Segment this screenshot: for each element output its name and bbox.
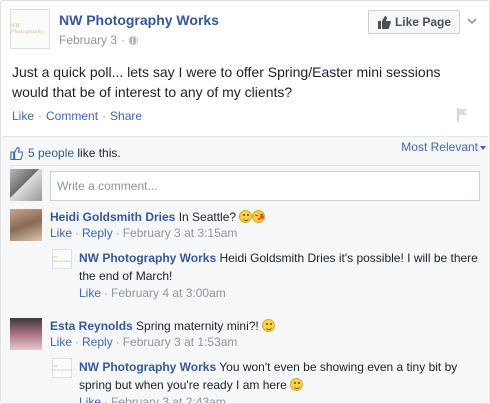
reply-timestamp[interactable]: February 4 at 3:00am: [111, 286, 226, 300]
like-summary-icon: [10, 146, 23, 160]
logo-text: NW Photography: [52, 364, 72, 372]
current-user-avatar: [10, 169, 42, 201]
comment-timestamp[interactable]: February 3 at 1:53am: [123, 335, 238, 349]
action-separator: ·: [38, 109, 43, 123]
reply-body: NW Photography Works You won't even be s…: [79, 358, 480, 404]
post-meta: February 3 ·: [59, 33, 139, 47]
like-link[interactable]: Like: [12, 109, 34, 123]
comment-composer: [10, 169, 480, 201]
meta-separator: ·: [121, 33, 126, 47]
share-link[interactable]: Share: [110, 109, 142, 123]
comment-actions: Like · Reply · February 3 at 3:15am: [50, 225, 480, 241]
thumbs-up-icon: [377, 15, 391, 29]
action-separator: ·: [104, 286, 109, 300]
like-page-label: Like Page: [394, 15, 451, 29]
reply-actions: Like · February 3 at 2:43am: [79, 394, 480, 404]
comment-actions: Like · Reply · February 3 at 1:53am: [50, 334, 480, 350]
smile-emoji-icon: [262, 319, 276, 332]
like-page-button[interactable]: Like Page: [367, 10, 460, 34]
post-card: NW Photography NW Photography Works Febr…: [0, 0, 490, 404]
comment-body: Esta Reynolds Spring maternity mini?! Li…: [50, 318, 480, 350]
comment-author[interactable]: Heidi Goldsmith Dries: [50, 210, 175, 224]
post-text: Just a quick poll... lets say I were to …: [12, 64, 441, 100]
comment-item: Esta Reynolds Spring maternity mini?! Li…: [10, 318, 480, 354]
wink-emoji-icon: [239, 210, 253, 223]
comment-timestamp[interactable]: February 3 at 3:15am: [123, 226, 238, 240]
reply-body: NW Photography Works Heidi Goldsmith Dri…: [79, 249, 480, 301]
logo-text: NW Photography: [52, 255, 72, 263]
post-actions: Like · Comment · Share: [12, 109, 142, 123]
smile-emoji-icon: [290, 378, 304, 391]
feedback-section: 5 people like this. Most Relevant Heidi …: [2, 136, 488, 403]
comment-body: Heidi Goldsmith Dries In Seattle? Like · R…: [50, 209, 480, 241]
reply-like-link[interactable]: Like: [79, 395, 101, 403]
reply-author[interactable]: NW Photography Works: [79, 251, 216, 265]
flag-icon[interactable]: [455, 107, 471, 123]
comment-item: Heidi Goldsmith Dries In Seattle? Like · R…: [10, 209, 480, 245]
likes-suffix: like this.: [74, 146, 121, 160]
action-separator: ·: [75, 335, 80, 349]
page-name-link[interactable]: NW Photography Works: [59, 12, 219, 28]
chevron-down-icon: [467, 17, 477, 24]
action-separator: ·: [115, 226, 120, 240]
reply-item: NW Photography NW Photography Works You …: [52, 358, 480, 404]
action-separator: ·: [115, 335, 120, 349]
avatar[interactable]: [10, 318, 42, 350]
comment-link[interactable]: Comment: [46, 109, 98, 123]
comment-text: Spring maternity mini?!: [132, 319, 259, 333]
likers-link[interactable]: 5 people: [28, 146, 74, 160]
post-date-link[interactable]: February 3: [59, 33, 117, 47]
logo-text: NW Photography: [11, 23, 44, 35]
globe-icon: [129, 35, 139, 45]
comment-author[interactable]: Esta Reynolds: [50, 319, 133, 333]
comment-like-link[interactable]: Like: [50, 335, 72, 349]
action-separator: ·: [102, 109, 107, 123]
avatar[interactable]: NW Photography: [52, 358, 72, 378]
action-separator: ·: [75, 226, 80, 240]
comment-input[interactable]: [50, 171, 480, 201]
reply-author[interactable]: NW Photography Works: [79, 360, 216, 374]
post-options-button[interactable]: [464, 13, 480, 29]
action-separator: ·: [104, 395, 109, 404]
post-header: NW Photography NW Photography Works Febr…: [10, 9, 480, 53]
sort-dropdown[interactable]: Most Relevant: [401, 140, 486, 154]
kiss-emoji-icon: [252, 210, 266, 223]
reply-item: NW Photography NW Photography Works Heid…: [52, 249, 480, 303]
comment-reply-link[interactable]: Reply: [82, 335, 113, 349]
reply-timestamp[interactable]: February 3 at 2:43am: [111, 395, 226, 403]
reply-actions: Like · February 4 at 3:00am: [79, 285, 480, 301]
comment-text: In Seattle?: [175, 210, 237, 224]
divider: [10, 165, 480, 166]
comment-like-link[interactable]: Like: [50, 226, 72, 240]
sort-label: Most Relevant: [401, 140, 478, 154]
avatar[interactable]: [10, 209, 42, 241]
comment-reply-link[interactable]: Reply: [82, 226, 113, 240]
page-avatar[interactable]: NW Photography: [10, 9, 50, 49]
reply-like-link[interactable]: Like: [79, 286, 101, 300]
caret-down-icon: [480, 145, 486, 150]
avatar[interactable]: NW Photography: [52, 249, 72, 269]
